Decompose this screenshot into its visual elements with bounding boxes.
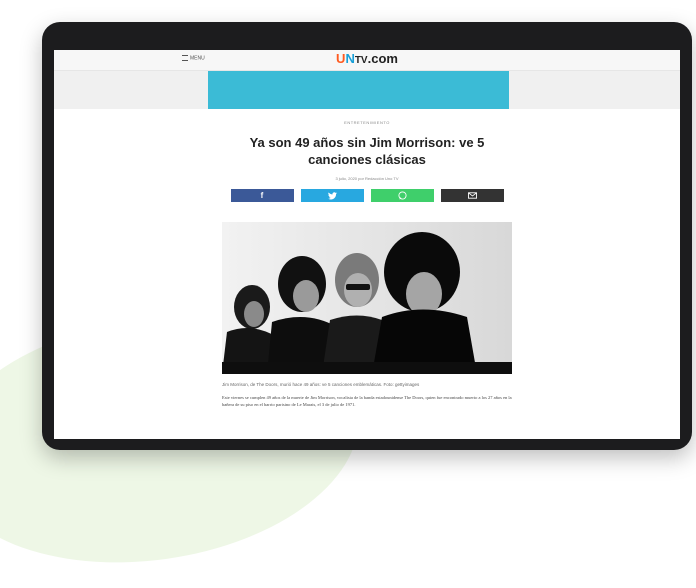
share-bar: f bbox=[54, 189, 680, 202]
photo-caption: Jim Morrison, de The Doors, murió hace 4… bbox=[222, 382, 420, 387]
menu-button[interactable]: MENU bbox=[182, 55, 205, 61]
site-header: MENU UNTV.com bbox=[54, 50, 680, 71]
twitter-icon bbox=[327, 192, 337, 200]
article-category[interactable]: ENTRETENIMIENTO bbox=[54, 120, 680, 125]
hamburger-icon bbox=[182, 55, 188, 61]
share-whatsapp-button[interactable] bbox=[370, 189, 434, 202]
article-title: Ya son 49 años sin Jim Morrison: ve 5 ca… bbox=[249, 135, 485, 167]
article-photo bbox=[222, 222, 512, 374]
share-twitter-button[interactable] bbox=[300, 189, 364, 202]
browser-screen: MENU UNTV.com ENTRETENIMIENTO Ya son 49 … bbox=[54, 50, 680, 439]
site-logo[interactable]: UNTV.com bbox=[336, 51, 398, 66]
ad-banner[interactable] bbox=[208, 71, 509, 109]
article: ENTRETENIMIENTO Ya son 49 años sin Jim M… bbox=[54, 120, 680, 408]
email-icon bbox=[467, 192, 477, 200]
ad-row bbox=[54, 71, 680, 109]
facebook-icon: f bbox=[260, 191, 264, 200]
article-paragraph: Este viernes se cumplen 49 años de la mu… bbox=[222, 395, 512, 407]
laptop-frame: MENU UNTV.com ENTRETENIMIENTO Ya son 49 … bbox=[42, 22, 692, 450]
menu-label: MENU bbox=[190, 55, 205, 62]
article-byline: 3 julio, 2020 por Redacción Uno TV bbox=[335, 176, 399, 181]
share-email-button[interactable] bbox=[440, 189, 504, 202]
share-facebook-button[interactable]: f bbox=[230, 189, 294, 202]
whatsapp-icon bbox=[397, 191, 407, 200]
